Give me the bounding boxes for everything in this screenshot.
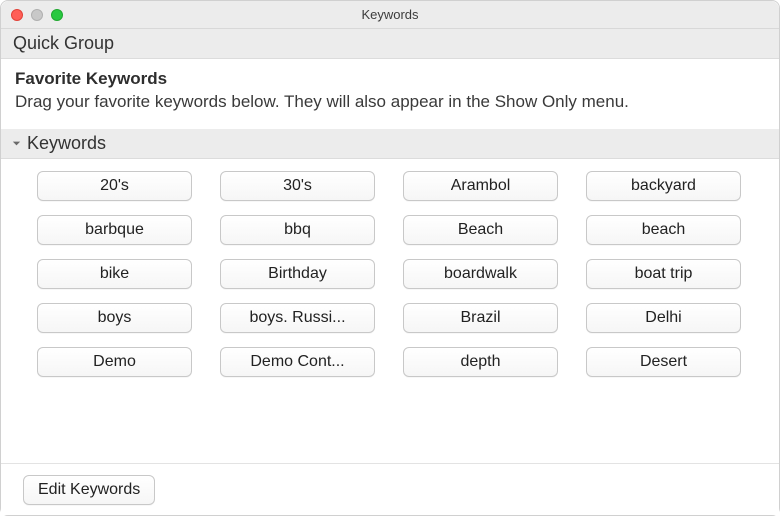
- keyword-label: backyard: [631, 177, 696, 195]
- keyword-pill[interactable]: Birthday: [220, 259, 375, 289]
- keyword-label: Brazil: [460, 309, 500, 327]
- keyword-pill[interactable]: bike: [37, 259, 192, 289]
- keyword-pill[interactable]: boys. Russi...: [220, 303, 375, 333]
- keyword-pill[interactable]: Demo Cont...: [220, 347, 375, 377]
- keyword-label: bike: [100, 265, 129, 283]
- keyword-pill[interactable]: boardwalk: [403, 259, 558, 289]
- keywords-section-header[interactable]: Keywords: [1, 129, 779, 159]
- keyword-label: Demo Cont...: [250, 353, 344, 371]
- keyword-label: Delhi: [645, 309, 681, 327]
- keyword-pill[interactable]: depth: [403, 347, 558, 377]
- keyword-pill[interactable]: boys: [37, 303, 192, 333]
- quick-group-header: Quick Group: [1, 29, 779, 59]
- keyword-pill[interactable]: boat trip: [586, 259, 741, 289]
- keyword-label: bbq: [284, 221, 311, 239]
- keywords-scroll-area[interactable]: 20's 30's Arambol backyard barbque bbq Beach be…: [1, 159, 779, 419]
- keyword-pill[interactable]: Beach: [403, 215, 558, 245]
- keyword-pill[interactable]: Brazil: [403, 303, 558, 333]
- keyword-pill[interactable]: beach: [586, 215, 741, 245]
- keyword-label: boardwalk: [444, 265, 517, 283]
- footer-bar: Edit Keywords: [1, 463, 779, 515]
- keyword-label: Desert: [640, 353, 687, 371]
- favorites-description: Drag your favorite keywords below. They …: [15, 91, 765, 113]
- keywords-section-label: Keywords: [27, 133, 106, 154]
- keyword-label: boys: [98, 309, 132, 327]
- keyword-pill[interactable]: Arambol: [403, 171, 558, 201]
- favorites-dropzone[interactable]: Favorite Keywords Drag your favorite key…: [1, 59, 779, 129]
- keyword-pill[interactable]: 20's: [37, 171, 192, 201]
- keyword-pill[interactable]: backyard: [586, 171, 741, 201]
- quick-group-label: Quick Group: [13, 33, 114, 53]
- keyword-label: depth: [460, 353, 500, 371]
- minimize-button[interactable]: [31, 9, 43, 21]
- keywords-grid: 20's 30's Arambol backyard barbque bbq Beach be…: [37, 171, 755, 377]
- zoom-button[interactable]: [51, 9, 63, 21]
- keyword-label: 20's: [100, 177, 129, 195]
- keyword-label: boat trip: [635, 265, 693, 283]
- edit-keywords-button[interactable]: Edit Keywords: [23, 475, 155, 505]
- edit-keywords-label: Edit Keywords: [38, 481, 140, 499]
- keyword-pill[interactable]: 30's: [220, 171, 375, 201]
- keyword-label: beach: [642, 221, 686, 239]
- keyword-label: Beach: [458, 221, 503, 239]
- keyword-label: 30's: [283, 177, 312, 195]
- titlebar[interactable]: Keywords: [1, 1, 779, 29]
- keyword-pill[interactable]: barbque: [37, 215, 192, 245]
- keyword-label: Demo: [93, 353, 136, 371]
- favorites-title: Favorite Keywords: [15, 69, 765, 89]
- keyword-pill[interactable]: bbq: [220, 215, 375, 245]
- keyword-label: boys. Russi...: [249, 309, 345, 327]
- keyword-pill[interactable]: Demo: [37, 347, 192, 377]
- window-title: Keywords: [1, 7, 779, 22]
- traffic-lights: [1, 9, 63, 21]
- keyword-pill[interactable]: Delhi: [586, 303, 741, 333]
- keyword-label: Arambol: [451, 177, 511, 195]
- chevron-down-icon[interactable]: [9, 137, 23, 151]
- keywords-window: Keywords Quick Group Favorite Keywords D…: [1, 1, 779, 515]
- keyword-label: Birthday: [268, 265, 327, 283]
- keyword-pill[interactable]: Desert: [586, 347, 741, 377]
- close-button[interactable]: [11, 9, 23, 21]
- keyword-label: barbque: [85, 221, 144, 239]
